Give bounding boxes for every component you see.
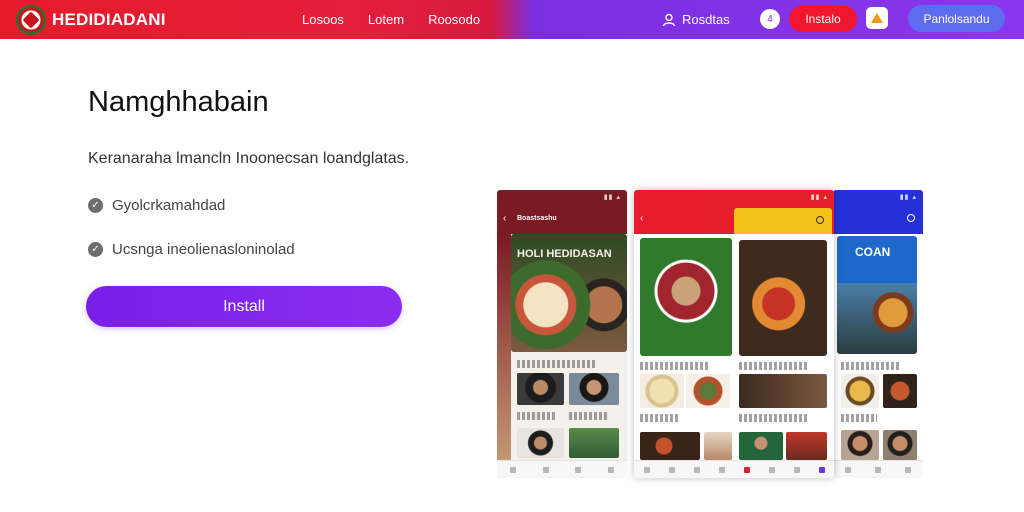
screenshot-right: ▮▮ ▴ COAN <box>833 190 923 478</box>
tab-icon[interactable] <box>768 466 775 473</box>
app-screenshots: ▮▮ ▴ ‹ Boastsashu HOLI HEDIDASAN ▮▮ ▴ ‹ <box>497 190 923 478</box>
phone-app-bar: ▮▮ ▴ <box>833 190 923 234</box>
feature-label: Ucsnga ineolienasloninolad <box>112 241 295 258</box>
nav-link-1[interactable]: Losoos <box>302 12 344 27</box>
tab-icon[interactable] <box>575 466 582 473</box>
tab-icon[interactable] <box>718 466 725 473</box>
status-bar-icons: ▮▮ ▴ <box>810 194 828 201</box>
thumbnail[interactable] <box>686 374 730 408</box>
header-install-button[interactable]: Instalo <box>789 6 857 32</box>
feature-item: ✓ Gyolcrkamahdad <box>88 197 225 214</box>
notification-badge[interactable]: 4 <box>760 9 780 29</box>
user-icon <box>662 13 676 26</box>
top-nav-bar: HEDIDIADANI Losoos Lotem Roosodo Rosdtas… <box>0 0 1024 39</box>
feature-label: Gyolcrkamahdad <box>112 197 226 214</box>
primary-nav: Losoos Lotem Roosodo <box>302 0 480 39</box>
back-arrow-icon: ‹ <box>640 213 644 224</box>
caption-line <box>739 414 809 422</box>
banner-text: HOLI HEDIDASAN <box>517 248 612 260</box>
search-icon <box>816 216 824 224</box>
side-image <box>497 234 511 478</box>
caption-line <box>841 414 877 422</box>
tab-icon[interactable] <box>668 466 675 473</box>
thumbnail[interactable] <box>883 430 917 460</box>
brand-logo-icon <box>16 5 46 35</box>
tab-icon[interactable] <box>542 466 549 473</box>
search-icon[interactable] <box>907 214 915 222</box>
tab-icon-profile[interactable] <box>818 466 825 473</box>
user-label: Rosdtas <box>682 12 730 27</box>
brand-name: HEDIDIADANI <box>52 10 166 29</box>
tab-icon[interactable] <box>875 466 881 473</box>
thumbnail[interactable] <box>640 432 700 460</box>
thumbnail[interactable] <box>739 374 827 408</box>
account-button[interactable]: Panlolsandu <box>908 5 1005 32</box>
caption-line <box>517 360 597 368</box>
caption-line <box>640 414 680 422</box>
tab-icon[interactable] <box>510 466 517 473</box>
tab-icon-active[interactable] <box>743 466 750 473</box>
feature-item: ✓ Ucsnga ineolienasloninolad <box>88 241 295 258</box>
brand[interactable]: HEDIDIADANI <box>16 5 166 35</box>
nav-link-3[interactable]: Roosodo <box>428 12 480 27</box>
caption-line <box>569 412 609 420</box>
phone-app-bar: ▮▮ ▴ ‹ Boastsashu <box>497 190 627 234</box>
check-icon: ✓ <box>88 198 103 213</box>
bottom-tab-bar <box>497 460 627 478</box>
thumbnail[interactable] <box>786 432 827 460</box>
back-arrow-icon: ‹ <box>503 213 507 224</box>
search-bar[interactable] <box>734 208 832 234</box>
caption-line <box>640 362 710 370</box>
bottom-tab-bar <box>833 460 923 478</box>
thumbnail[interactable] <box>517 373 564 405</box>
tab-icon[interactable] <box>845 466 851 473</box>
check-icon: ✓ <box>88 242 103 257</box>
thumbnail[interactable] <box>569 428 619 458</box>
thumbnail[interactable] <box>841 430 879 460</box>
bottom-tab-bar <box>634 460 834 478</box>
tab-icon[interactable] <box>607 466 614 473</box>
screenshot-middle: ▮▮ ▴ ‹ <box>634 190 834 478</box>
nav-link-2[interactable]: Lotem <box>368 12 404 27</box>
status-bar-icons: ▮▮ ▴ <box>603 194 621 201</box>
tab-icon[interactable] <box>643 466 650 473</box>
featured-food-image: HOLI HEDIDASAN <box>511 234 627 352</box>
banner-text: COAN <box>855 245 891 259</box>
caption-line <box>739 362 809 370</box>
tab-icon[interactable] <box>693 466 700 473</box>
caption-line <box>517 412 557 420</box>
featured-chef-image <box>640 238 732 356</box>
caption-line <box>841 362 901 370</box>
hero-subtitle: Keranaraha lmancln Inoonecsan loandglata… <box>88 150 410 167</box>
thumbnail[interactable] <box>841 374 879 408</box>
featured-banner-image: COAN <box>837 236 917 354</box>
featured-dish-image <box>739 240 827 356</box>
thumbnail[interactable] <box>883 374 917 408</box>
thumbnail[interactable] <box>569 373 619 405</box>
thumbnail[interactable] <box>739 432 783 460</box>
app-store-icon[interactable] <box>866 7 888 29</box>
screenshot-left: ▮▮ ▴ ‹ Boastsashu HOLI HEDIDASAN <box>497 190 627 478</box>
status-bar-icons: ▮▮ ▴ <box>899 194 917 201</box>
thumbnail[interactable] <box>517 428 564 458</box>
phone-screen-title: Boastsashu <box>517 215 557 222</box>
tab-icon[interactable] <box>793 466 800 473</box>
thumbnail[interactable] <box>704 432 732 460</box>
thumbnail[interactable] <box>640 374 684 408</box>
tab-icon[interactable] <box>905 466 911 473</box>
page-title: Namghhabain <box>88 86 269 118</box>
install-button[interactable]: Install <box>86 286 402 327</box>
user-menu[interactable]: Rosdtas <box>662 0 730 39</box>
